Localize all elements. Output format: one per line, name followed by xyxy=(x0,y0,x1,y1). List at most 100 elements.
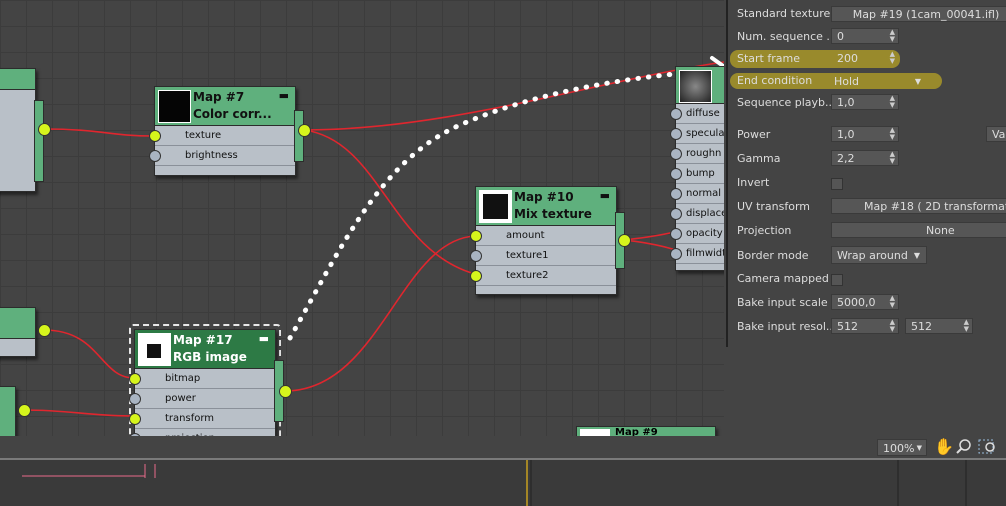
num-sequence-value: 0 xyxy=(837,30,844,43)
node-title: Map #7 Color corr... xyxy=(193,89,272,123)
start-frame-value: 200 xyxy=(837,52,858,65)
bake-input-scale-spinner[interactable]: 5000,0 ▲ ▼ xyxy=(831,294,899,310)
input-socket[interactable] xyxy=(670,208,682,220)
bake-resolution-y-value: 512 xyxy=(911,320,932,333)
node-output-tab xyxy=(34,100,44,182)
zoom-value: 100% xyxy=(883,442,915,455)
input-socket[interactable] xyxy=(470,230,482,242)
node-partial-mid-left[interactable] xyxy=(0,307,36,357)
input-socket[interactable] xyxy=(670,228,682,240)
standard-texture-button[interactable]: Map #19 (1cam_00041.ifl) xyxy=(831,6,1006,22)
zoom-toolbar: 100% ▼ ✋ xyxy=(726,436,1006,458)
node-title: Map #9 xyxy=(615,427,658,436)
input-label: displace xyxy=(686,208,724,219)
input-socket[interactable] xyxy=(670,188,682,200)
input-socket[interactable] xyxy=(129,413,141,425)
minimize-icon[interactable]: ▬ xyxy=(259,332,269,345)
input-socket[interactable] xyxy=(149,130,161,142)
output-socket[interactable] xyxy=(38,123,51,136)
input-socket[interactable] xyxy=(129,433,141,436)
camera-mapped-checkbox[interactable] xyxy=(831,274,843,286)
bake-resolution-x-spinner[interactable]: 512 ▲ ▼ xyxy=(831,318,899,334)
input-label: amount xyxy=(506,230,545,241)
node-title-1: Map #10 xyxy=(514,190,574,204)
chevron-down-icon: ▼ xyxy=(916,444,922,452)
power-spinner[interactable]: 1,0 ▲ ▼ xyxy=(831,126,899,142)
pan-hand-icon[interactable]: ✋ xyxy=(934,437,954,456)
timeline-curve xyxy=(22,460,967,506)
node-map7[interactable]: Map #7 Color corr... ▬ texture brightness xyxy=(149,86,296,176)
uv-transform-button[interactable]: Map #18 ( 2D transformation ) xyxy=(831,198,1006,214)
input-socket[interactable] xyxy=(470,270,482,282)
input-socket[interactable] xyxy=(670,128,682,140)
input-socket[interactable] xyxy=(149,150,161,162)
input-socket[interactable] xyxy=(670,248,682,260)
node-title-2: Color corr... xyxy=(193,107,272,121)
output-socket[interactable] xyxy=(18,404,31,417)
spinner-arrows-icon[interactable]: ▲ ▼ xyxy=(890,151,895,165)
timeline-track[interactable] xyxy=(0,458,1006,506)
invert-checkbox[interactable] xyxy=(831,178,843,190)
rgb-image-icon xyxy=(138,333,171,366)
spinner-arrows-icon[interactable]: ▲ ▼ xyxy=(890,295,895,309)
input-label: diffuse xyxy=(686,108,720,119)
node-partial-bottom-left[interactable] xyxy=(0,386,16,436)
node-map17[interactable]: Map #17 RGB image ▬ bitmap power transfor… xyxy=(129,329,276,436)
output-socket[interactable] xyxy=(618,234,631,247)
spinner-arrows-icon[interactable]: ▲ ▼ xyxy=(890,95,895,109)
label-bake-input-scale: Bake input scale xyxy=(737,296,828,309)
gamma-spinner[interactable]: 2,2 ▲ ▼ xyxy=(831,150,899,166)
input-socket[interactable] xyxy=(470,250,482,262)
bake-resolution-x-value: 512 xyxy=(837,320,858,333)
node-title-2: Mix texture xyxy=(514,207,592,221)
zoom-dropdown[interactable]: 100% ▼ xyxy=(877,439,927,456)
input-socket[interactable] xyxy=(670,168,682,180)
minimize-icon[interactable]: ▬ xyxy=(279,89,289,102)
node-title-1: Map #7 xyxy=(193,90,245,104)
output-socket[interactable] xyxy=(38,324,51,337)
input-socket[interactable] xyxy=(670,148,682,160)
node-thumbnail xyxy=(158,90,191,123)
input-label: roughn xyxy=(686,148,722,159)
input-label: filmwidt xyxy=(686,248,724,259)
node-map9-collapsed[interactable]: Map #9 xyxy=(576,426,716,436)
input-socket[interactable] xyxy=(670,108,682,120)
zoom-magnifier-icon[interactable] xyxy=(956,439,972,455)
num-sequence-spinner[interactable]: 0 ▲ ▼ xyxy=(831,28,899,44)
output-socket[interactable] xyxy=(298,124,311,137)
node-editor-canvas[interactable]: Map #7 Color corr... ▬ texture brightness… xyxy=(0,0,724,436)
chevron-down-icon: ▼ xyxy=(913,251,920,260)
end-condition-dropdown[interactable]: Hold ▼ xyxy=(828,73,928,89)
power-value: 1,0 xyxy=(837,128,855,141)
input-label: texture xyxy=(185,130,222,141)
output-socket[interactable] xyxy=(279,385,292,398)
spinner-arrows-icon[interactable]: ▲ ▼ xyxy=(964,319,969,333)
bake-resolution-y-spinner[interactable]: 512 ▲ ▼ xyxy=(905,318,973,334)
label-bake-input-resolution: Bake input resol... xyxy=(737,320,837,333)
node-material[interactable]: diffuse specula roughn bump normal displ… xyxy=(670,66,724,271)
border-mode-dropdown[interactable]: Wrap around ▼ xyxy=(831,246,927,264)
spinner-arrows-icon[interactable]: ▲ ▼ xyxy=(890,29,895,43)
label-start-frame: Start frame xyxy=(737,52,800,65)
input-socket[interactable] xyxy=(129,373,141,385)
minimize-icon[interactable]: ▬ xyxy=(600,189,610,202)
spinner-arrows-icon[interactable]: ▲ ▼ xyxy=(890,51,895,65)
gamma-value: 2,2 xyxy=(837,152,855,165)
node-map10[interactable]: Map #10 Mix texture ▬ amount texture1 tex… xyxy=(470,186,617,295)
input-label: normal xyxy=(686,188,722,199)
start-frame-spinner[interactable]: 200 ▲ ▼ xyxy=(831,50,899,66)
sequence-playback-spinner[interactable]: 1,0 ▲ ▼ xyxy=(831,94,899,110)
input-label: texture2 xyxy=(506,270,549,281)
power-value-button[interactable]: Valu xyxy=(986,126,1006,142)
node-partial-top-left[interactable] xyxy=(0,68,36,192)
bake-input-scale-value: 5000,0 xyxy=(837,296,876,309)
node-title: Map #10 Mix texture xyxy=(514,189,592,223)
zoom-region-icon[interactable] xyxy=(978,439,998,455)
chevron-down-icon: ▼ xyxy=(914,77,921,86)
spinner-arrows-icon[interactable]: ▲ ▼ xyxy=(890,319,895,333)
projection-button[interactable]: None xyxy=(831,222,1006,238)
parameter-panel: Standard texture Map #19 (1cam_00041.ifl… xyxy=(726,0,1006,347)
spinner-arrows-icon[interactable]: ▲ ▼ xyxy=(890,127,895,141)
input-label: texture1 xyxy=(506,250,549,261)
input-socket[interactable] xyxy=(129,393,141,405)
